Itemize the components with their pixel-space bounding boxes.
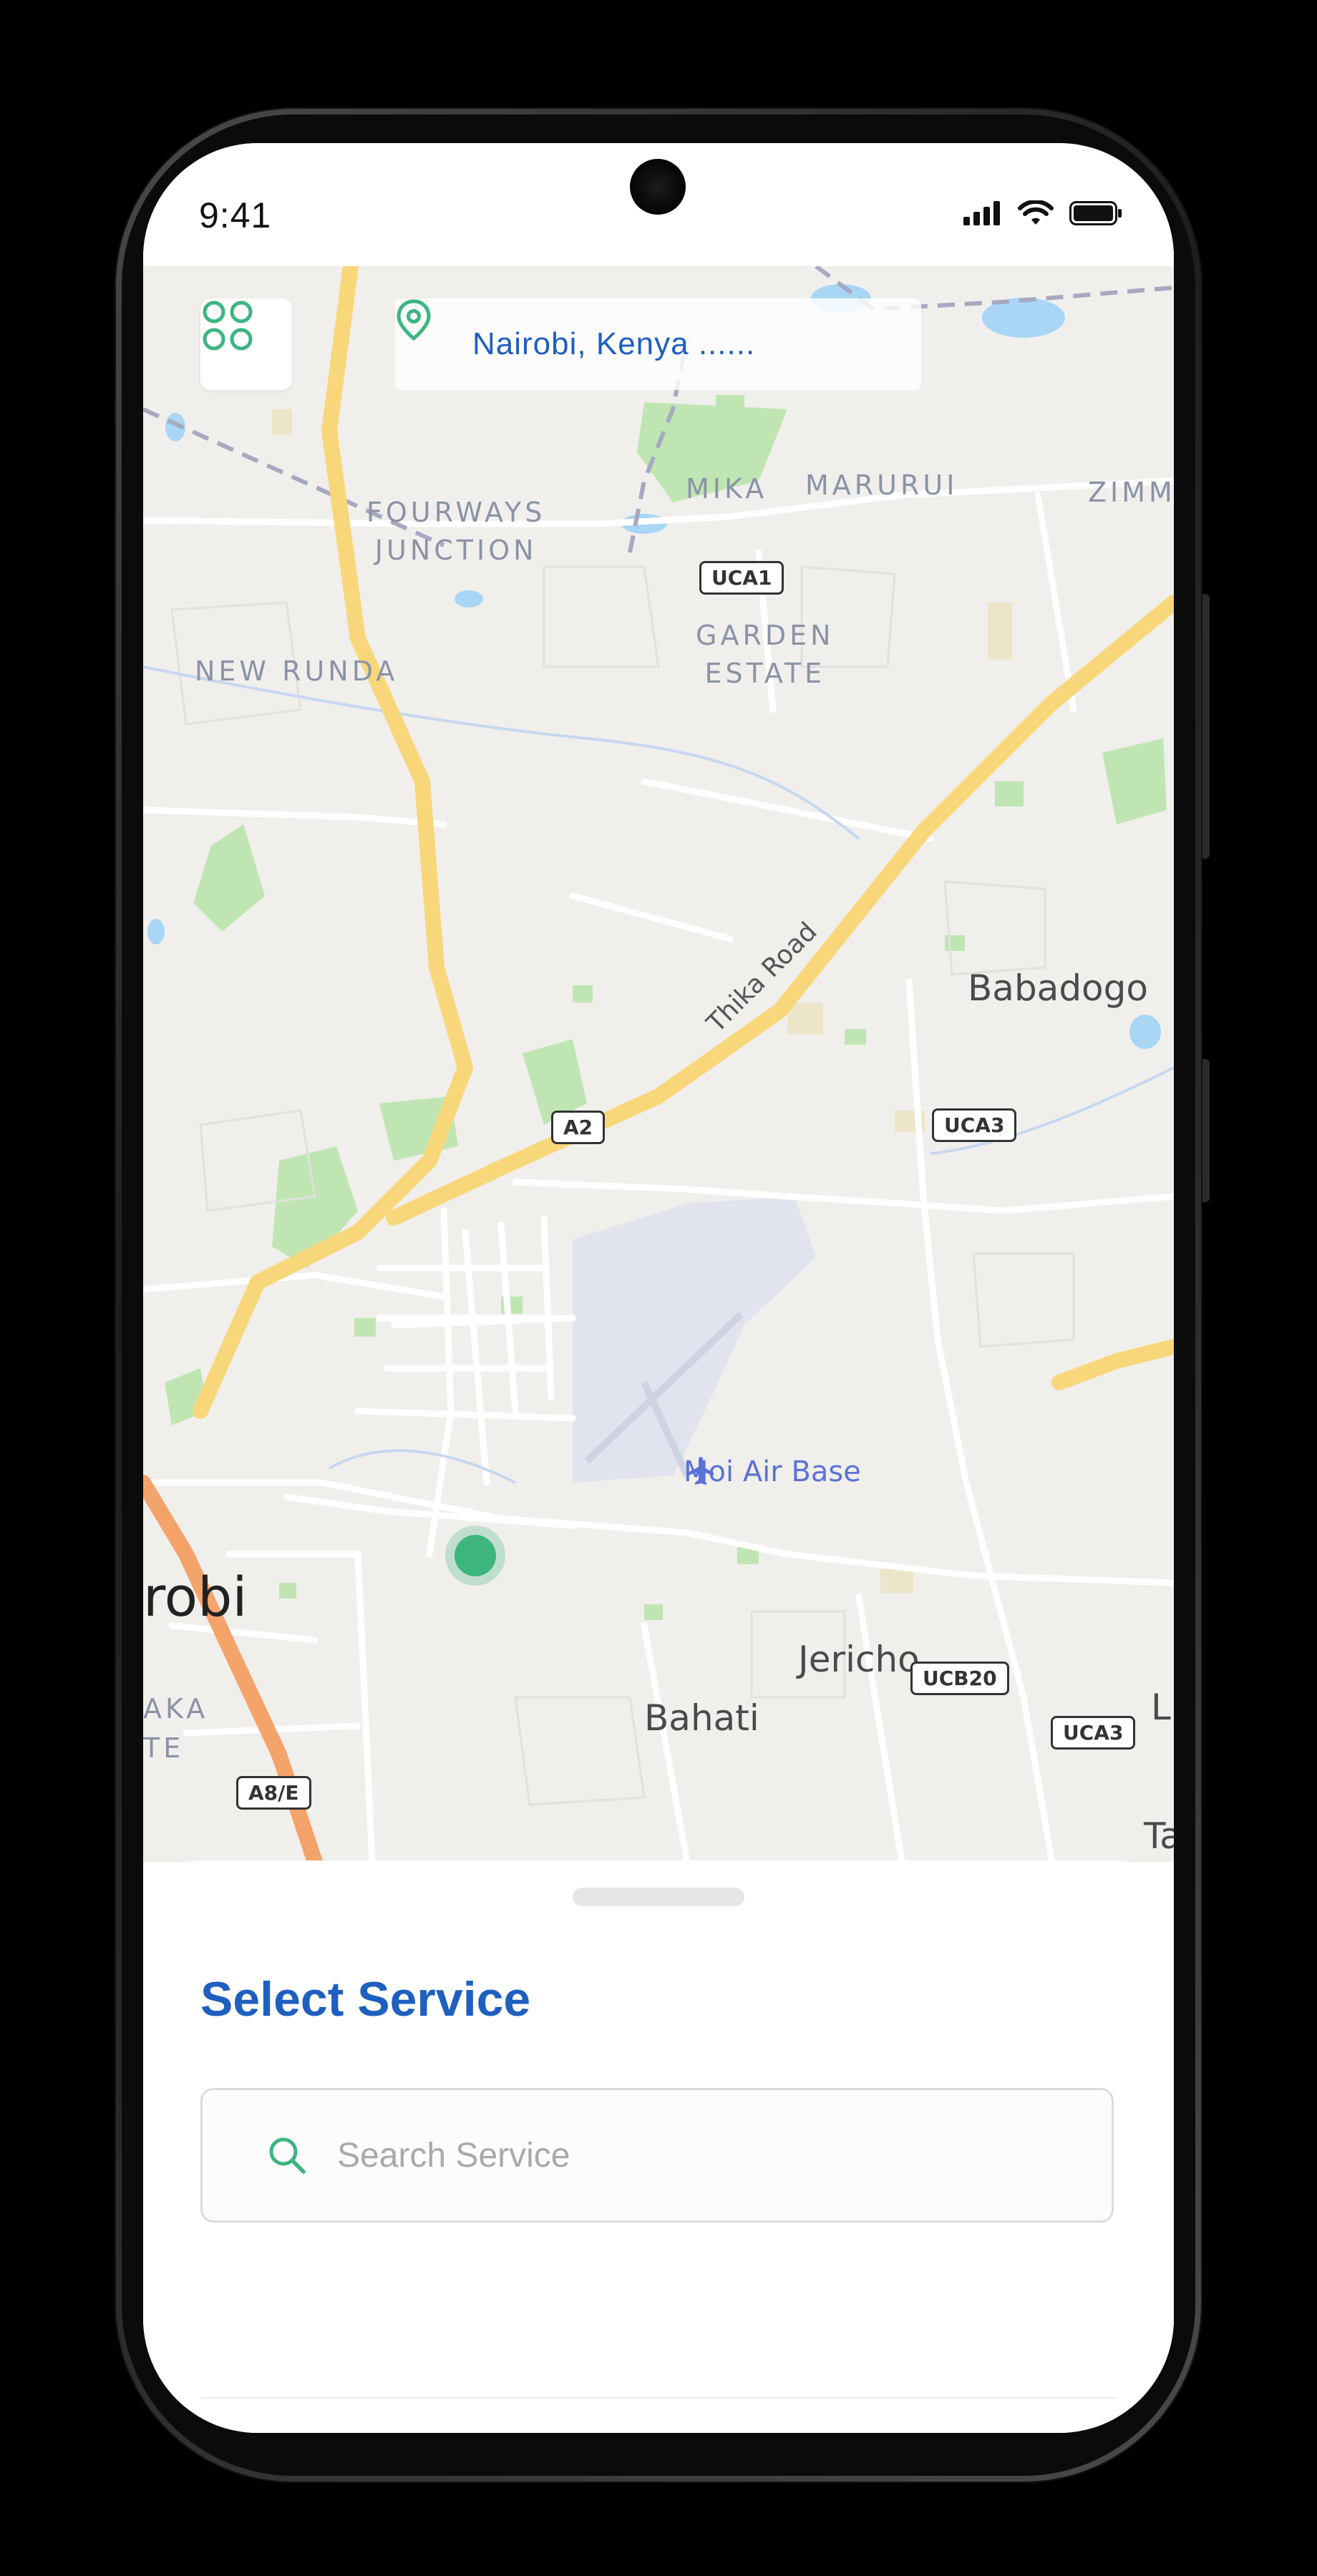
area-label-zimm: ZIMM — [1088, 477, 1174, 508]
area-label-fourways: FOURWAYS JUNCTION — [366, 497, 546, 567]
area-label-new-runda: NEW RUNDA — [195, 655, 399, 687]
road-shield-uca1: UCA1 — [699, 561, 784, 595]
road-shield-a2: A2 — [551, 1111, 606, 1144]
status-bar: 9:41 — [143, 143, 1174, 266]
road-shield-uca3-top: UCA3 — [932, 1108, 1017, 1142]
battery-icon — [1069, 201, 1122, 229]
area-label-garden-estate: GARDEN ESTATE — [696, 620, 835, 690]
search-icon — [266, 2134, 308, 2177]
location-search-bar[interactable]: Nairobi, Kenya ...... — [395, 298, 921, 390]
menu-button[interactable] — [200, 298, 292, 390]
area-label-kaka: AKA — [143, 1693, 209, 1724]
sheet-drag-handle[interactable] — [573, 1888, 744, 1906]
sheet-divider — [200, 2397, 1117, 2399]
map-view[interactable]: FOURWAYS JUNCTION MIKA MARURUI ZIMM GARD… — [143, 266, 1174, 1862]
place-label-ta: Ta — [1144, 1815, 1174, 1857]
search-service-input[interactable] — [336, 2135, 983, 2176]
phone-screen: 9:41 FOURWAYS JUNCTION MIKA MARURUI ZIMM… — [143, 143, 1174, 2433]
place-label-jericho: Jericho — [798, 1639, 920, 1680]
service-search-box[interactable] — [200, 2088, 1114, 2223]
current-location-marker[interactable] — [445, 1526, 505, 1586]
place-label-l: L — [1151, 1687, 1171, 1728]
road-shield-a8e: A8/E — [236, 1776, 311, 1810]
place-label-nairobi: robi — [143, 1565, 248, 1629]
service-bottom-sheet: Select Service — [143, 1860, 1174, 2433]
area-label-mika: MIKA — [686, 473, 768, 504]
road-shield-ucb20: UCB20 — [910, 1662, 1009, 1695]
wifi-icon — [1018, 199, 1054, 230]
place-label-bahati: Bahati — [644, 1697, 759, 1739]
status-icons — [963, 199, 1122, 230]
status-time: 9:41 — [199, 195, 272, 235]
place-label-airbase: Moi Air Base — [684, 1455, 861, 1488]
map-canvas — [143, 266, 1174, 1862]
area-label-marurui: MARURUI — [805, 469, 958, 501]
road-shield-uca3-bottom: UCA3 — [1051, 1716, 1136, 1750]
area-label-te: TE — [143, 1732, 185, 1764]
sheet-title: Select Service — [200, 1972, 531, 2026]
location-text: Nairobi, Kenya ...... — [472, 326, 756, 361]
front-camera — [630, 159, 686, 215]
place-label-babadogo: Babadogo — [968, 967, 1148, 1009]
volume-button — [1202, 1059, 1210, 1202]
cellular-signal-icon — [963, 201, 1002, 229]
power-button — [1202, 594, 1210, 859]
